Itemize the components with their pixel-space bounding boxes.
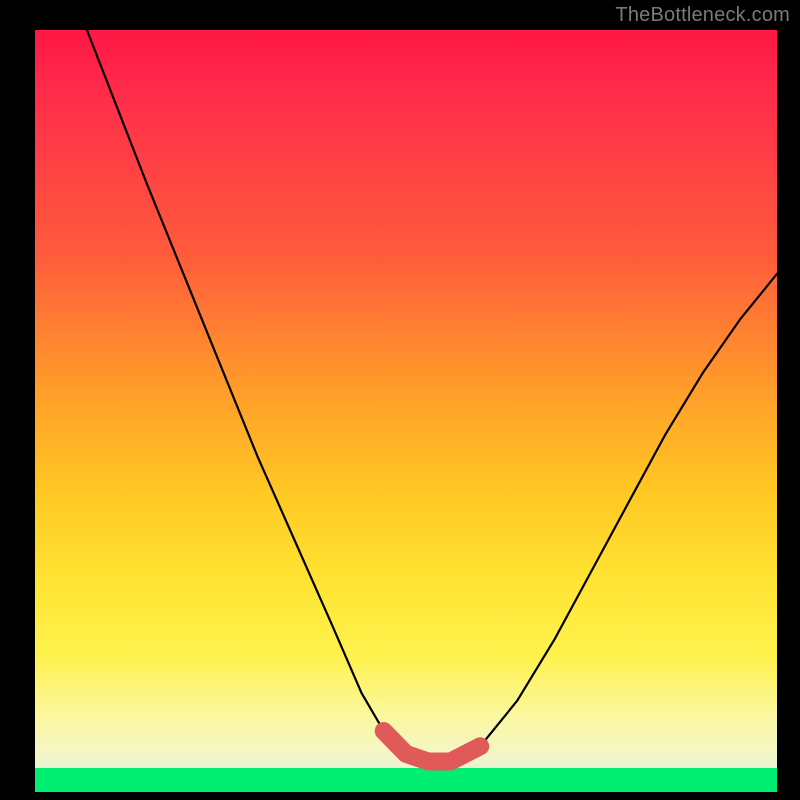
chart-frame: TheBottleneck.com bbox=[0, 0, 800, 800]
plot-area bbox=[35, 30, 777, 792]
watermark-text: TheBottleneck.com bbox=[615, 4, 790, 27]
bottleneck-curve bbox=[87, 30, 777, 762]
optimal-range-highlight bbox=[384, 731, 481, 762]
chart-svg bbox=[35, 30, 777, 792]
